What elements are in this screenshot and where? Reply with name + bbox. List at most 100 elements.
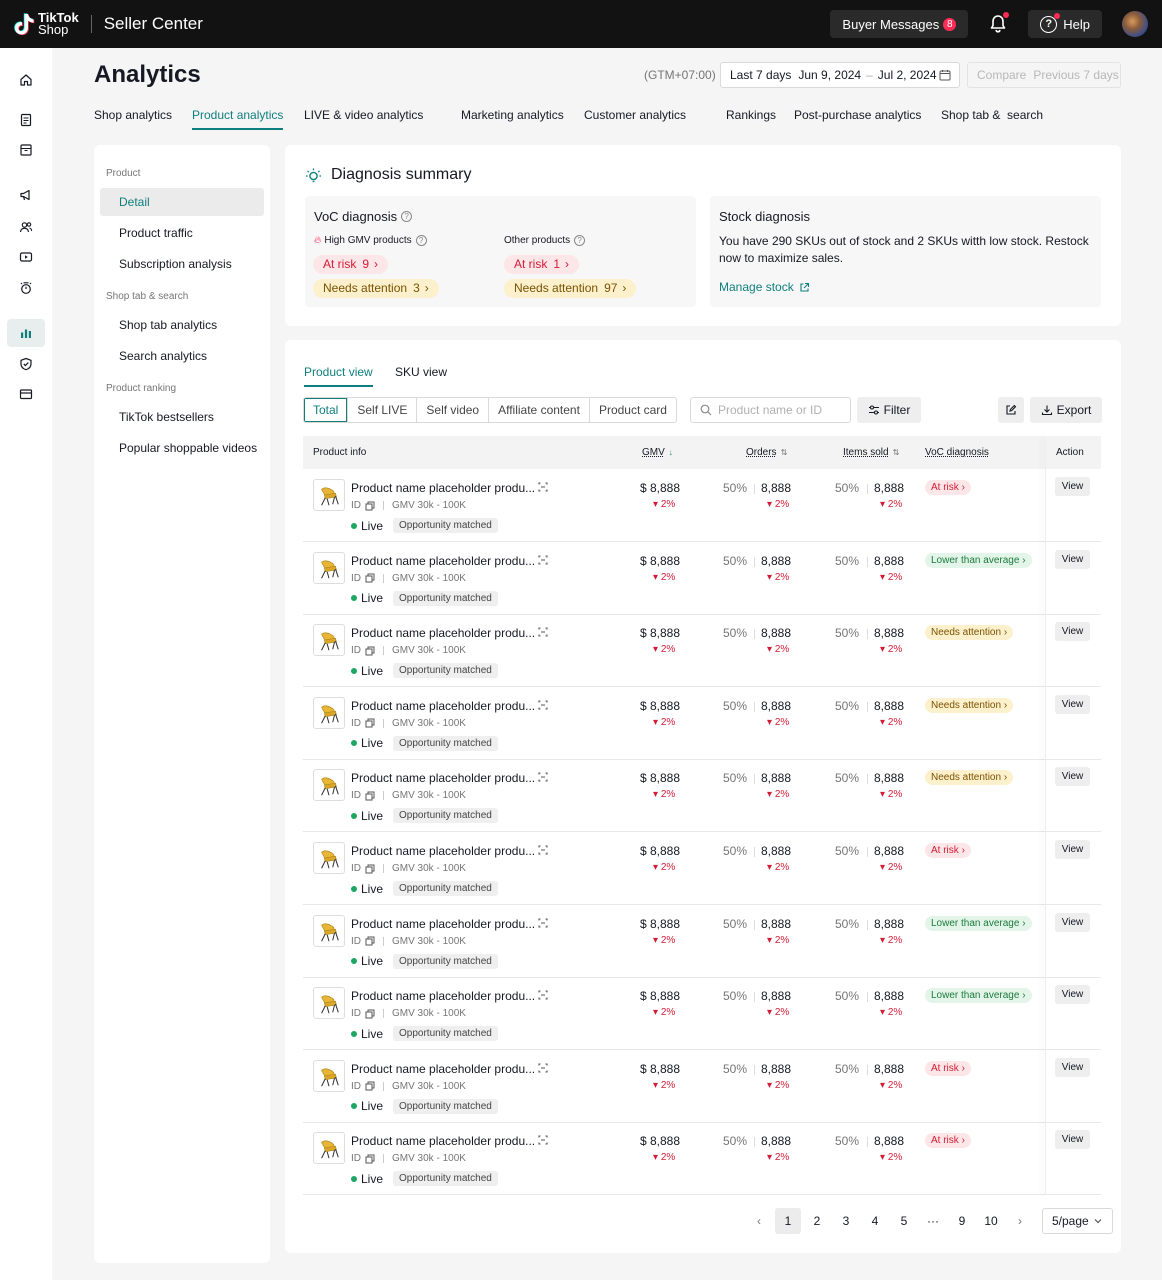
date-range-picker[interactable]: Last 7 days Jun 9, 2024 – Jul 2, 2024 bbox=[720, 62, 960, 88]
info-icon[interactable]: ? bbox=[401, 211, 413, 222]
product-link-icon[interactable] bbox=[537, 771, 549, 783]
product-name-link[interactable]: Product name placeholder produ... bbox=[351, 699, 535, 713]
page-ellipsis[interactable]: ··· bbox=[920, 1208, 946, 1234]
nav-item-shop-tab-analytics[interactable]: Shop tab analytics bbox=[100, 311, 264, 339]
product-name-link[interactable]: Product name placeholder produ... bbox=[351, 771, 535, 785]
next-page-button[interactable]: › bbox=[1007, 1208, 1033, 1234]
tab-live-video-analytics[interactable]: LIVE & video analytics bbox=[304, 108, 423, 122]
nav-item-search-analytics[interactable]: Search analytics bbox=[100, 342, 264, 370]
product-name-link[interactable]: Product name placeholder produ... bbox=[351, 554, 535, 568]
voc-status-tag[interactable]: At risk › bbox=[925, 1060, 971, 1076]
tab-shop-tab-search[interactable]: Shop tab & search bbox=[941, 108, 1043, 122]
copy-icon[interactable] bbox=[365, 791, 375, 801]
tiktok-shop-logo[interactable]: TikTok Shop bbox=[13, 11, 79, 36]
user-avatar[interactable] bbox=[1122, 11, 1148, 37]
nav-item-tiktok-bestsellers[interactable]: TikTok bestsellers bbox=[100, 403, 264, 431]
page-3-button[interactable]: 3 bbox=[833, 1208, 859, 1234]
product-link-icon[interactable] bbox=[537, 1062, 549, 1074]
voc-status-tag[interactable]: Lower than average › bbox=[925, 988, 1032, 1004]
growth-icon[interactable] bbox=[7, 274, 45, 302]
page-10-button[interactable]: 10 bbox=[978, 1208, 1004, 1234]
copy-icon[interactable] bbox=[365, 1154, 375, 1164]
product-name-link[interactable]: Product name placeholder produ... bbox=[351, 626, 535, 640]
product-thumbnail[interactable] bbox=[313, 769, 345, 802]
tab-sku-view[interactable]: SKU view bbox=[395, 365, 447, 379]
customers-icon[interactable] bbox=[7, 213, 45, 241]
product-link-icon[interactable] bbox=[537, 1134, 549, 1146]
copy-icon[interactable] bbox=[365, 718, 375, 728]
page-1-button[interactable]: 1 bbox=[775, 1208, 801, 1234]
product-thumbnail[interactable] bbox=[313, 479, 345, 511]
product-thumbnail[interactable] bbox=[313, 696, 345, 729]
page-5-button[interactable]: 5 bbox=[891, 1208, 917, 1234]
nav-item-popular-shoppable-videos[interactable]: Popular shoppable videos bbox=[100, 434, 264, 462]
copy-icon[interactable] bbox=[365, 1009, 375, 1019]
product-thumbnail[interactable] bbox=[313, 551, 345, 584]
product-name-link[interactable]: Product name placeholder produ... bbox=[351, 481, 535, 495]
product-link-icon[interactable] bbox=[537, 699, 549, 711]
product-link-icon[interactable] bbox=[537, 554, 549, 566]
tab-product-analytics[interactable]: Product analytics bbox=[192, 108, 284, 130]
copy-icon[interactable] bbox=[365, 573, 375, 583]
home-icon[interactable] bbox=[7, 66, 45, 94]
product-thumbnail[interactable] bbox=[313, 1059, 345, 1092]
product-name-link[interactable]: Product name placeholder produ... bbox=[351, 844, 535, 858]
nav-item-subscription-analysis[interactable]: Subscription analysis bbox=[100, 250, 264, 278]
page-size-select[interactable]: 5/page bbox=[1042, 1208, 1113, 1234]
segment-product-card[interactable]: Product card bbox=[588, 398, 676, 422]
orders-icon[interactable] bbox=[7, 106, 45, 134]
product-name-link[interactable]: Product name placeholder produ... bbox=[351, 917, 535, 931]
export-button[interactable]: Export bbox=[1030, 397, 1102, 423]
edit-columns-button[interactable] bbox=[998, 397, 1024, 423]
segment-total[interactable]: Total bbox=[304, 398, 347, 422]
product-link-icon[interactable] bbox=[537, 481, 549, 493]
buyer-messages-button[interactable]: Buyer Messages 8 bbox=[830, 10, 969, 38]
view-button[interactable]: View bbox=[1055, 840, 1090, 859]
product-name-link[interactable]: Product name placeholder produ... bbox=[351, 989, 535, 1003]
prev-page-button[interactable]: ‹ bbox=[746, 1208, 772, 1234]
finance-icon[interactable] bbox=[7, 380, 45, 408]
segment-affiliate-content[interactable]: Affiliate content bbox=[488, 398, 589, 422]
help-button[interactable]: ? Help bbox=[1028, 10, 1102, 38]
voc-status-tag[interactable]: Needs attention › bbox=[925, 770, 1014, 786]
segment-self-live[interactable]: Self LIVE bbox=[347, 398, 416, 422]
voc-status-tag[interactable]: At risk › bbox=[925, 843, 971, 858]
notifications-bell-icon[interactable] bbox=[988, 12, 1010, 34]
nav-item-detail[interactable]: Detail bbox=[100, 188, 264, 216]
voc-status-tag[interactable]: Lower than average › bbox=[925, 915, 1032, 931]
copy-icon[interactable] bbox=[365, 1081, 375, 1091]
compare-selector[interactable]: Compare Previous 7 days bbox=[967, 62, 1121, 88]
shield-icon[interactable] bbox=[7, 350, 45, 378]
voc-status-tag[interactable]: Lower than average › bbox=[925, 552, 1032, 568]
products-icon[interactable] bbox=[7, 136, 45, 164]
col-items-sold[interactable]: Items sold ⇅ bbox=[843, 447, 899, 458]
copy-icon[interactable] bbox=[365, 646, 375, 656]
analytics-icon[interactable] bbox=[7, 319, 45, 347]
product-thumbnail[interactable] bbox=[313, 987, 345, 1020]
video-icon[interactable] bbox=[7, 243, 45, 271]
page-2-button[interactable]: 2 bbox=[804, 1208, 830, 1234]
tab-product-view[interactable]: Product view bbox=[304, 365, 373, 387]
view-button[interactable]: View bbox=[1055, 767, 1090, 787]
other-at-risk-pill[interactable]: At risk 1 › bbox=[504, 255, 580, 274]
other-needs-attention-pill[interactable]: Needs attention 97 › bbox=[504, 279, 637, 298]
marketing-icon[interactable] bbox=[7, 181, 45, 209]
view-button[interactable]: View bbox=[1055, 1130, 1090, 1150]
info-icon[interactable]: ? bbox=[415, 235, 427, 246]
segment-self-video[interactable]: Self video bbox=[416, 398, 488, 422]
product-link-icon[interactable] bbox=[537, 989, 549, 1001]
tab-customer-analytics[interactable]: Customer analytics bbox=[584, 108, 686, 122]
product-name-link[interactable]: Product name placeholder produ... bbox=[351, 1062, 535, 1076]
copy-icon[interactable] bbox=[365, 864, 375, 874]
product-name-link[interactable]: Product name placeholder produ... bbox=[351, 1134, 535, 1148]
product-thumbnail[interactable] bbox=[313, 624, 345, 657]
tab-post-purchase-analytics[interactable]: Post-purchase analytics bbox=[794, 108, 921, 122]
view-button[interactable]: View bbox=[1055, 622, 1090, 642]
view-button[interactable]: View bbox=[1055, 694, 1090, 714]
filter-button[interactable]: Filter bbox=[857, 397, 921, 423]
tab-shop-analytics[interactable]: Shop analytics bbox=[94, 108, 172, 122]
view-button[interactable]: View bbox=[1055, 1057, 1090, 1077]
product-link-icon[interactable] bbox=[537, 626, 549, 638]
tab-rankings[interactable]: Rankings bbox=[726, 108, 776, 122]
voc-status-tag[interactable]: At risk › bbox=[925, 480, 971, 495]
